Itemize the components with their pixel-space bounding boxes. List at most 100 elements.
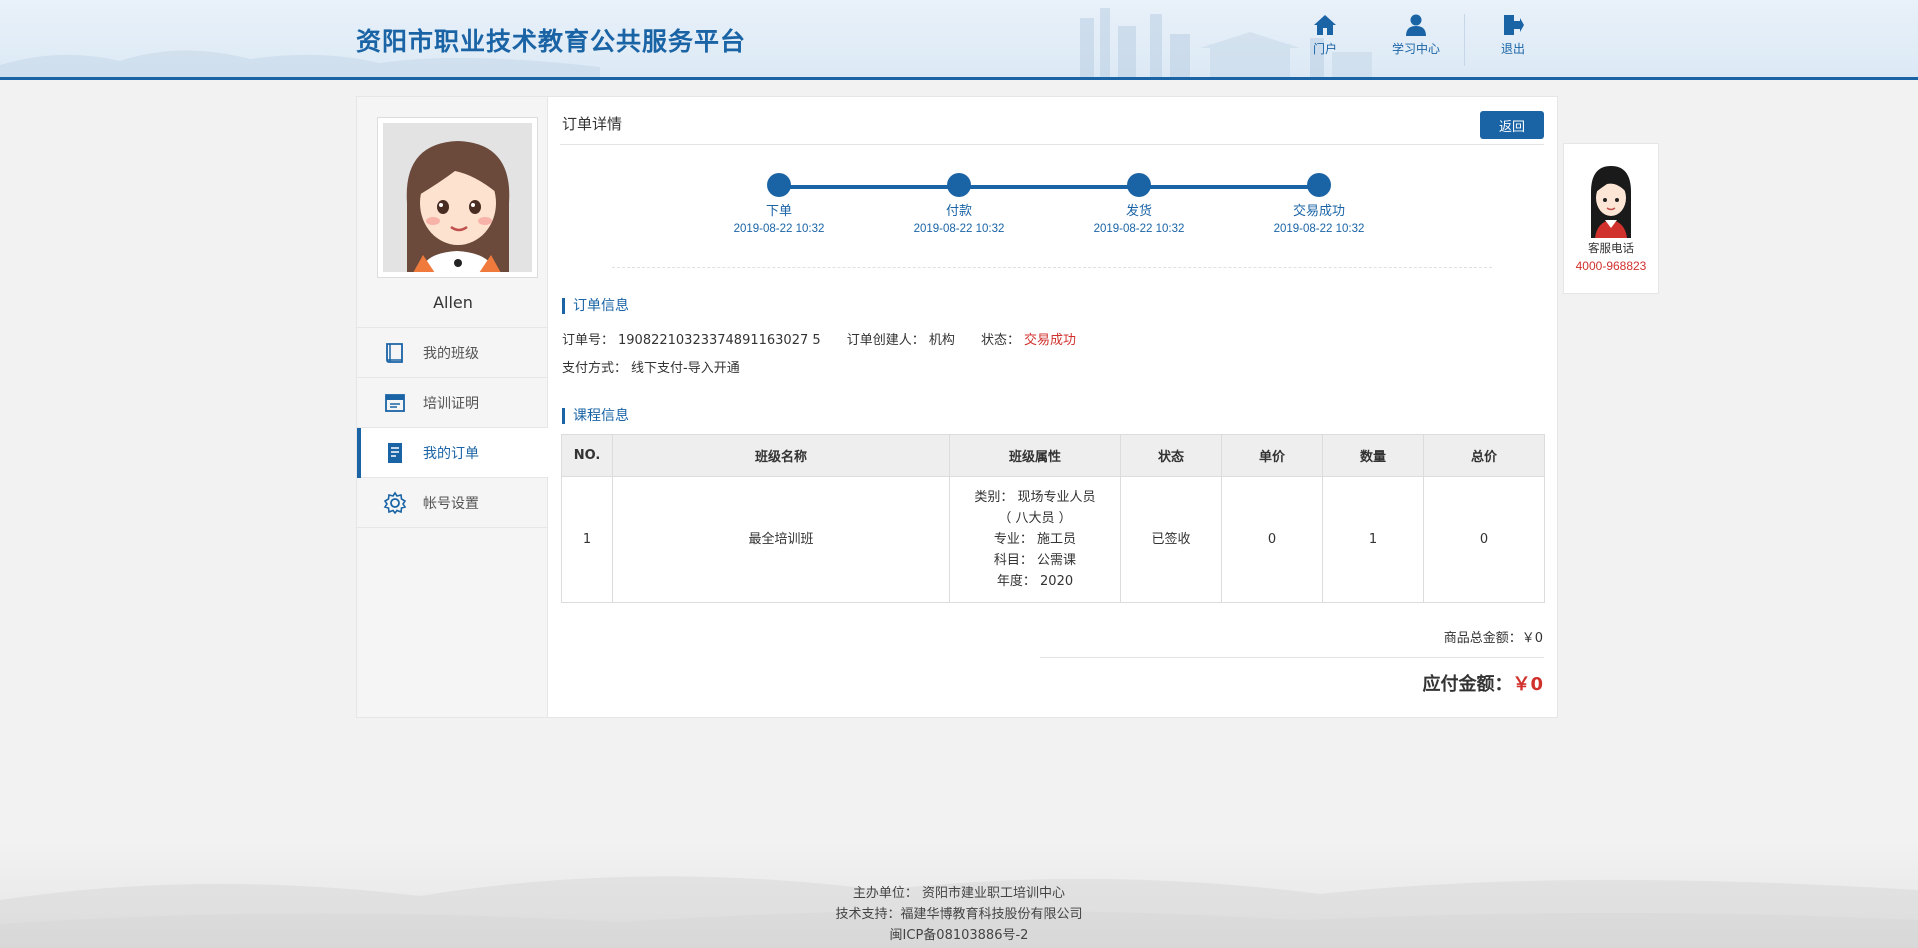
footer-text: 主办单位： 资阳市建业职工培训中心 技术支持：福建华博教育科技股份有限公司 闽I… xyxy=(0,883,1918,946)
sidebar-item-label: 我的订单 xyxy=(423,445,479,462)
customer-service-icon xyxy=(1591,166,1631,238)
nav-logout-button[interactable]: 退出 xyxy=(1477,14,1549,57)
payment-row: 支付方式： 线下支付-导入开通 xyxy=(562,357,744,376)
step-label: 下单 xyxy=(765,204,792,219)
attr-line: 年度： 2020 xyxy=(996,574,1074,589)
payable-label: 应付金额： xyxy=(1422,674,1513,695)
cell-no: 1 xyxy=(561,476,613,603)
nav-home-label: 门户 xyxy=(1312,42,1337,56)
avatar xyxy=(377,117,538,278)
col-header: 班级属性 xyxy=(949,434,1121,477)
subtotal-value: ￥0 xyxy=(1521,631,1543,646)
gear-icon xyxy=(383,491,407,515)
status-label: 状态： xyxy=(980,333,1020,348)
attr-line: 专业： 施工员 xyxy=(993,532,1077,547)
top-header: 资阳市职业技术教育公共服务平台 门户 学习中心 退出 xyxy=(0,0,1918,80)
col-header: NO. xyxy=(561,434,613,477)
attr-line: （ 八大员 ） xyxy=(998,511,1072,526)
step-paid: 付款 2019-08-22 10:32 xyxy=(889,173,1029,235)
order-info-title: 订单信息 xyxy=(562,298,629,314)
username: Allen xyxy=(433,293,473,312)
title-divider xyxy=(560,144,1544,145)
payable-amount: 应付金额：￥0 xyxy=(1422,670,1543,696)
step-dot xyxy=(1127,173,1151,197)
user-sidebar: Allen 我的班级 培训证明 我的订单 帐号设置 xyxy=(356,96,549,718)
cell-unit-price: 0 xyxy=(1221,476,1323,603)
customer-service-widget[interactable]: 客服电话 4000-968823 xyxy=(1563,143,1659,294)
step-shipped: 发货 2019-08-22 10:32 xyxy=(1069,173,1209,235)
sidebar-item-training-certificate[interactable]: 培训证明 xyxy=(357,378,549,428)
step-time: 2019-08-22 10:32 xyxy=(913,223,1005,235)
cell-status: 已签收 xyxy=(1120,476,1222,603)
sidebar-item-my-orders[interactable]: 我的订单 xyxy=(357,428,549,478)
footer-support: 技术支持：福建华博教育科技股份有限公司 xyxy=(835,907,1083,922)
nav-logout-label: 退出 xyxy=(1500,42,1525,56)
step-time: 2019-08-22 10:32 xyxy=(1273,223,1365,235)
table-header-row: NO. 班级名称 班级属性 状态 单价 数量 总价 xyxy=(561,434,1545,477)
course-info-title: 课程信息 xyxy=(562,408,629,424)
cell-total: 0 xyxy=(1423,476,1545,603)
pay-value: 线下支付-导入开通 xyxy=(631,361,740,376)
sidebar-item-label: 我的班级 xyxy=(423,345,479,362)
step-label: 发货 xyxy=(1125,204,1152,219)
footer-icp[interactable]: 闽ICP备08103886号-2 xyxy=(0,925,1918,946)
step-dot xyxy=(1307,173,1331,197)
order-no-label: 订单号： xyxy=(562,333,615,348)
col-header: 状态 xyxy=(1120,434,1222,477)
attr-line: 类别： 现场专业人员 xyxy=(974,490,1096,505)
col-header: 单价 xyxy=(1221,434,1323,477)
col-header: 数量 xyxy=(1322,434,1424,477)
table-row: 1 最全培训班 类别： 现场专业人员 （ 八大员 ） 专业： 施工员 科目： 公… xyxy=(561,476,1545,603)
sidebar-menu: 我的班级 培训证明 我的订单 帐号设置 xyxy=(357,327,549,528)
step-dot xyxy=(947,173,971,197)
col-header: 班级名称 xyxy=(612,434,950,477)
step-time: 2019-08-22 10:32 xyxy=(733,223,825,235)
order-info-row: 订单号： 19082210323374891163027 5 订单创建人： 机构 状… xyxy=(562,329,1080,348)
customer-service-phone: 4000-968823 xyxy=(1575,259,1647,273)
nav-learning-center-label: 学习中心 xyxy=(1391,42,1440,56)
attr-line: 科目： 公需课 xyxy=(993,553,1077,568)
header-skyline-decoration xyxy=(1080,8,1372,77)
order-no-value: 19082210323374891163027 5 xyxy=(618,333,821,348)
creator-value: 机构 xyxy=(928,333,955,348)
subtotal: 商品总金额：￥0 xyxy=(1444,627,1543,646)
footer-host: 主办单位： 资阳市建业职工培训中心 xyxy=(852,886,1066,901)
user-icon xyxy=(1406,14,1426,36)
step-label: 付款 xyxy=(945,204,972,219)
step-label: 交易成功 xyxy=(1292,204,1345,219)
step-dot xyxy=(767,173,791,197)
creator-label: 订单创建人： xyxy=(846,333,925,348)
pay-label: 支付方式： xyxy=(562,361,628,376)
home-icon xyxy=(1314,15,1336,35)
footer: 主办单位： 资阳市建业职工培训中心 技术支持：福建华博教育科技股份有限公司 闽I… xyxy=(0,840,1918,948)
payable-value: ￥0 xyxy=(1512,674,1543,695)
sidebar-item-label: 帐号设置 xyxy=(423,495,479,512)
back-button[interactable]: 返回 xyxy=(1480,111,1544,139)
avatar-girl-icon xyxy=(383,123,532,272)
subtotal-label: 商品总金额： xyxy=(1443,631,1522,646)
step-time: 2019-08-22 10:32 xyxy=(1093,223,1185,235)
site-title: 资阳市职业技术教育公共服务平台 xyxy=(356,27,747,56)
sidebar-item-label: 培训证明 xyxy=(423,395,479,412)
nav-learning-center-button[interactable]: 学习中心 xyxy=(1380,14,1452,57)
cell-class-name: 最全培训班 xyxy=(612,476,950,603)
order-detail-panel: 订单详情 返回 下单 2019-08-22 10:32 付款 2019-08-2… xyxy=(548,96,1558,718)
step-order-placed: 下单 2019-08-22 10:32 xyxy=(709,173,849,235)
col-header: 总价 xyxy=(1423,434,1545,477)
status-value: 交易成功 xyxy=(1023,333,1076,348)
document-icon xyxy=(383,441,407,465)
nav-home-button[interactable]: 门户 xyxy=(1289,14,1361,57)
logout-icon xyxy=(1504,15,1524,35)
sidebar-item-my-classes[interactable]: 我的班级 xyxy=(357,328,549,378)
progress-line xyxy=(779,185,1319,189)
nav-divider xyxy=(1464,14,1465,66)
page-title: 订单详情 xyxy=(562,115,623,133)
dashed-divider xyxy=(612,267,1492,268)
sidebar-item-account-settings[interactable]: 帐号设置 xyxy=(357,478,549,528)
cell-quantity: 1 xyxy=(1322,476,1424,603)
cell-class-attributes: 类别： 现场专业人员 （ 八大员 ） 专业： 施工员 科目： 公需课 年度： 2… xyxy=(949,476,1121,603)
certificate-icon xyxy=(383,391,407,415)
book-icon xyxy=(383,341,407,365)
customer-service-label: 客服电话 xyxy=(1588,241,1634,255)
summary-divider xyxy=(1040,657,1544,658)
